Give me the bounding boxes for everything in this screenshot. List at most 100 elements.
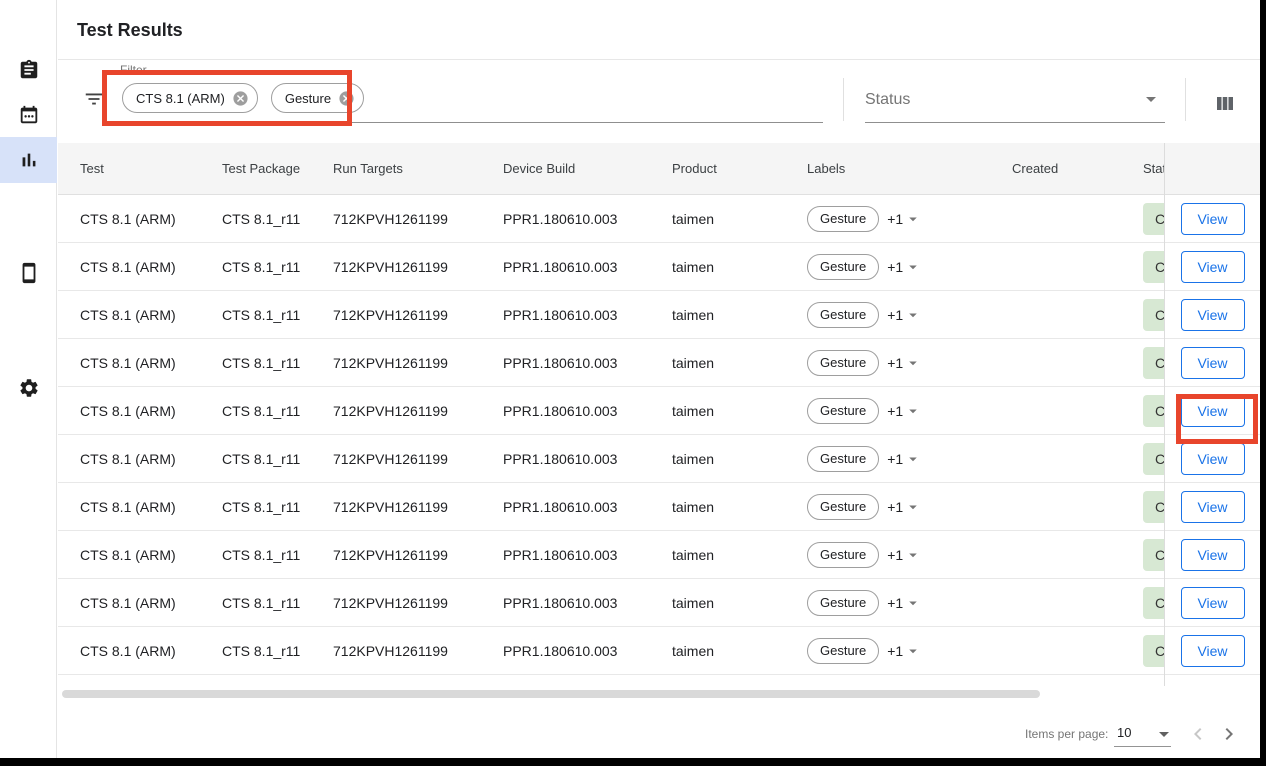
actions-column: View View View View View View View View …: [1164, 143, 1260, 686]
column-header-test-package: Test Package: [222, 161, 333, 176]
more-labels-expander[interactable]: +1: [887, 402, 922, 420]
cell-device-build: PPR1.180610.003: [503, 259, 672, 275]
view-columns-button[interactable]: [1213, 92, 1237, 116]
column-header-status: Status: [1143, 161, 1164, 176]
view-button[interactable]: View: [1181, 203, 1245, 235]
cell-status: Completed: [1143, 203, 1164, 235]
cell-run-targets: 712KPVH1261199: [333, 643, 503, 659]
more-labels-expander[interactable]: +1: [887, 498, 922, 516]
status-chip: Completed: [1143, 299, 1164, 331]
action-row: View: [1165, 195, 1260, 243]
cell-product: taimen: [672, 307, 807, 323]
chevron-down-icon: [904, 642, 922, 660]
cell-labels: Gesture +1: [807, 302, 1012, 328]
label-chip: Gesture: [807, 254, 879, 280]
calendar-icon: [18, 104, 40, 126]
cell-labels: Gesture +1: [807, 254, 1012, 280]
more-labels-expander[interactable]: +1: [887, 546, 922, 564]
items-per-page-label: Items per page:: [1025, 727, 1108, 741]
view-button[interactable]: View: [1181, 587, 1245, 619]
filter-list-icon: [83, 88, 105, 110]
chevron-down-icon: [904, 594, 922, 612]
view-button[interactable]: View: [1181, 635, 1245, 667]
status-select[interactable]: Status: [865, 91, 910, 109]
cell-run-targets: 712KPVH1261199: [333, 595, 503, 611]
cell-run-targets: 712KPVH1261199: [333, 451, 503, 467]
items-per-page-select[interactable]: 10: [1117, 725, 1131, 740]
more-labels-expander[interactable]: +1: [887, 594, 922, 612]
label-chip: Gesture: [807, 542, 879, 568]
cell-status: Completed: [1143, 635, 1164, 667]
more-labels-expander[interactable]: +1: [887, 354, 922, 372]
horizontal-scrollbar[interactable]: [62, 690, 1040, 698]
view-button[interactable]: View: [1181, 443, 1245, 475]
table-row: CTS 8.1 (ARM) CTS 8.1_r11 712KPVH1261199…: [58, 291, 1164, 339]
view-columns-icon: [1213, 92, 1237, 116]
filter-chip-cts[interactable]: CTS 8.1 (ARM): [122, 83, 258, 113]
view-button[interactable]: View: [1181, 347, 1245, 379]
chevron-down-icon: [904, 354, 922, 372]
cell-labels: Gesture +1: [807, 590, 1012, 616]
more-labels-expander[interactable]: +1: [887, 210, 922, 228]
cancel-icon[interactable]: [338, 90, 355, 107]
column-header-labels: Labels: [807, 161, 1012, 176]
cell-run-targets: 712KPVH1261199: [333, 355, 503, 371]
label-chip: Gesture: [807, 398, 879, 424]
cell-device-build: PPR1.180610.003: [503, 211, 672, 227]
cell-test-package: CTS 8.1_r11: [222, 403, 333, 419]
filter-input-underline[interactable]: [118, 122, 823, 123]
sidebar-item-test-runs[interactable]: [0, 92, 57, 138]
action-rows: View View View View View View View View …: [1165, 195, 1260, 675]
view-button[interactable]: View: [1181, 251, 1245, 283]
more-labels-expander[interactable]: +1: [887, 450, 922, 468]
cell-test-package: CTS 8.1_r11: [222, 307, 333, 323]
cell-run-targets: 712KPVH1261199: [333, 211, 503, 227]
table-row: CTS 8.1 (ARM) CTS 8.1_r11 712KPVH1261199…: [58, 579, 1164, 627]
cell-status: Completed: [1143, 299, 1164, 331]
more-labels-expander[interactable]: +1: [887, 642, 922, 660]
status-chip: Completed: [1143, 395, 1164, 427]
label-chip: Gesture: [807, 638, 879, 664]
cell-test-package: CTS 8.1_r11: [222, 595, 333, 611]
label-chip: Gesture: [807, 302, 879, 328]
cell-test-package: CTS 8.1_r11: [222, 259, 333, 275]
view-button[interactable]: View: [1181, 395, 1245, 427]
cell-test-package: CTS 8.1_r11: [222, 547, 333, 563]
status-chip: Completed: [1143, 203, 1164, 235]
sidebar-item-test-plans[interactable]: [0, 47, 57, 93]
items-per-page-underline: [1114, 746, 1171, 747]
cell-run-targets: 712KPVH1261199: [333, 259, 503, 275]
action-row: View: [1165, 387, 1260, 435]
sidebar-item-test-results[interactable]: [0, 137, 57, 183]
app-window: Test Results Filter CTS 8.1 (ARM) Gestur…: [0, 0, 1260, 758]
column-header-product: Product: [672, 161, 807, 176]
more-labels-expander[interactable]: +1: [887, 258, 922, 276]
status-chip: Completed: [1143, 491, 1164, 523]
actions-column-header: [1165, 143, 1260, 195]
chevron-right-icon[interactable]: [1217, 722, 1241, 746]
cell-test: CTS 8.1 (ARM): [58, 211, 222, 227]
view-button[interactable]: View: [1181, 539, 1245, 571]
chevron-down-icon[interactable]: [1139, 87, 1163, 111]
cancel-icon[interactable]: [232, 90, 249, 107]
cell-product: taimen: [672, 259, 807, 275]
more-labels: +1: [887, 307, 903, 323]
page-title: Test Results: [77, 0, 183, 60]
view-button[interactable]: View: [1181, 299, 1245, 331]
label-chip: Gesture: [807, 446, 879, 472]
paginator: Items per page: 10: [1016, 710, 1260, 758]
sidebar: [0, 0, 57, 758]
clipboard-icon: [18, 59, 40, 81]
label-chip: Gesture: [807, 350, 879, 376]
chevron-down-icon: [904, 210, 922, 228]
action-row: View: [1165, 291, 1260, 339]
more-labels-expander[interactable]: +1: [887, 306, 922, 324]
more-labels: +1: [887, 547, 903, 563]
column-header-run-targets: Run Targets: [333, 161, 503, 176]
chevron-down-icon[interactable]: [1152, 722, 1176, 746]
filter-chip-gesture[interactable]: Gesture: [271, 83, 364, 113]
sidebar-item-devices[interactable]: [0, 250, 57, 296]
sidebar-item-settings[interactable]: [0, 365, 57, 411]
view-button[interactable]: View: [1181, 491, 1245, 523]
cell-device-build: PPR1.180610.003: [503, 595, 672, 611]
